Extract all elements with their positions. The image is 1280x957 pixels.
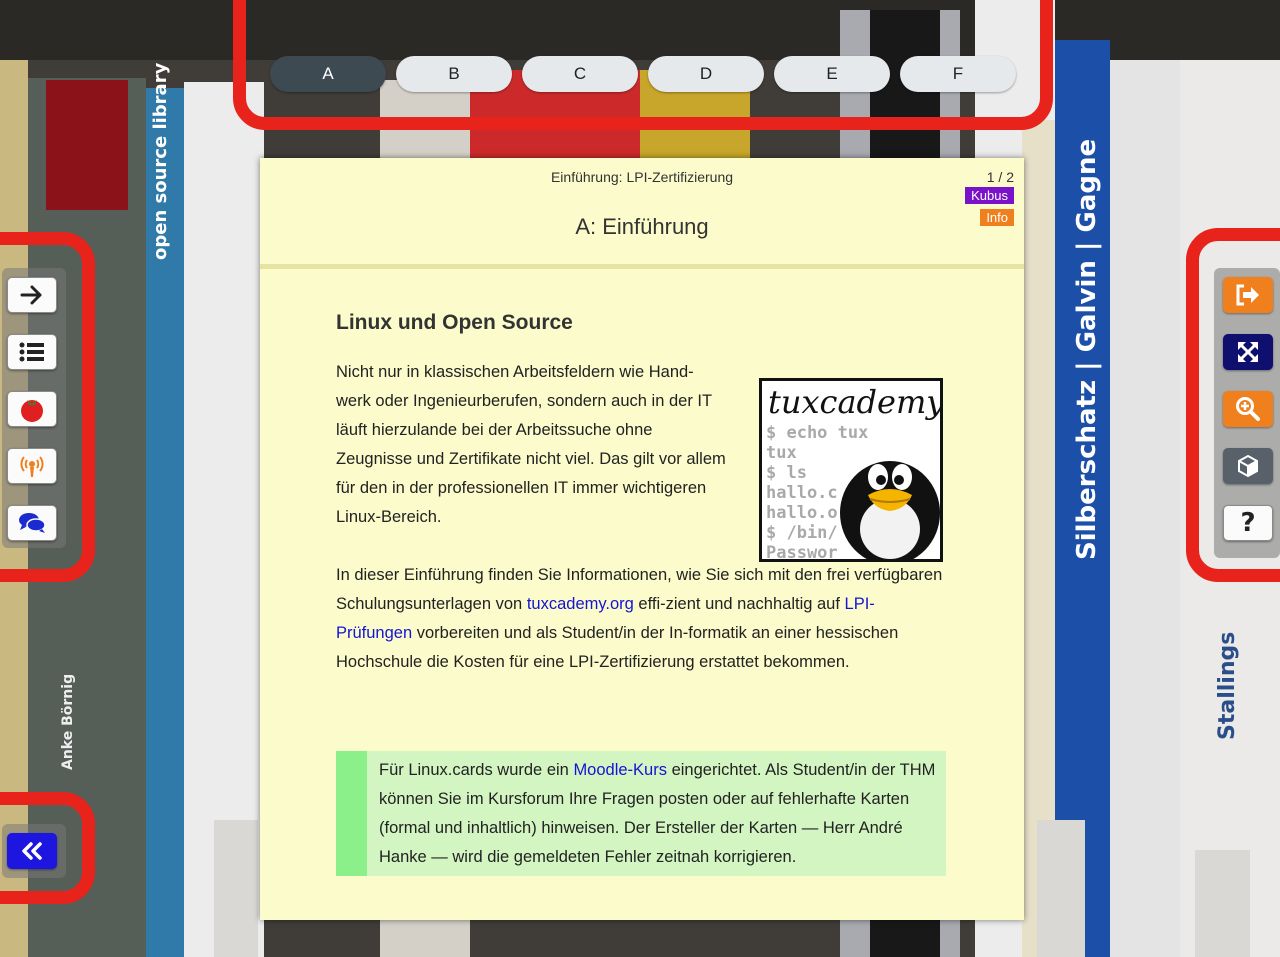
card-title: A: Einführung (575, 214, 709, 239)
info-paragraph: In dieser Einführung finden Sie Informat… (336, 561, 948, 677)
list-icon (19, 342, 44, 362)
tab-a[interactable]: A (270, 56, 386, 92)
fullscreen-button[interactable] (1223, 334, 1273, 370)
moodle-note: Für Linux.cards wurde ein Moodle-Kurs ei… (336, 751, 946, 876)
next-card-button[interactable] (7, 277, 57, 313)
intro-paragraph: Nicht nur in klassischen Arbeitsfeldern … (336, 363, 726, 526)
moodle-course-link[interactable]: Moodle-Kurs (573, 761, 667, 779)
left-toolbar (2, 268, 66, 548)
exit-icon (1236, 284, 1259, 306)
cube-button[interactable] (1223, 448, 1273, 484)
card-page-counter: 1 / 2 (986, 169, 1014, 185)
arrow-right-icon (20, 285, 42, 305)
card-list-button[interactable] (7, 334, 57, 370)
collapse-sidebar-button[interactable] (7, 833, 57, 869)
podcast-icon (20, 456, 44, 477)
question-icon: ? (1240, 508, 1256, 538)
tomato-icon (21, 400, 43, 422)
zoom-in-icon (1236, 397, 1260, 421)
tuxcademy-link[interactable]: tuxcademy.org (527, 595, 634, 613)
section-heading: Linux und Open Source (336, 311, 573, 334)
tuxcademy-logo: tuxcademy $ echo tux tux $ ls hallo.c ha… (759, 378, 943, 562)
zoom-button[interactable] (1223, 391, 1273, 427)
tab-f[interactable]: F (900, 56, 1016, 92)
learning-card: Einführung: LPI-Zertifizierung 1 / 2 Kub… (260, 158, 1024, 920)
tab-d[interactable]: D (648, 56, 764, 92)
chat-icon (19, 513, 46, 533)
info-paragraph-text-3: vorbereiten und als Student/in der In-fo… (336, 624, 899, 671)
kubus-badge[interactable]: Kubus (965, 187, 1014, 204)
expand-icon (1238, 342, 1258, 362)
tab-bar: A B C D E F (270, 56, 1018, 94)
cube-icon (1238, 454, 1258, 478)
discussion-button[interactable] (7, 505, 57, 541)
info-paragraph-text-2: effi-zient und nachhaltig auf (638, 595, 840, 613)
logo-wordmark: tuxcademy (768, 383, 943, 421)
card-header: Einführung: LPI-Zertifizierung 1 / 2 Kub… (260, 158, 1024, 269)
exit-button[interactable] (1223, 277, 1273, 313)
pomodoro-button[interactable] (7, 391, 57, 427)
note-text-1: Für Linux.cards wurde ein (379, 761, 569, 779)
help-button[interactable]: ? (1223, 505, 1273, 541)
double-chevron-left-icon (22, 842, 42, 860)
tab-e[interactable]: E (774, 56, 890, 92)
tab-b[interactable]: B (396, 56, 512, 92)
collapse-toolbar (2, 824, 66, 878)
audio-button[interactable] (7, 448, 57, 484)
right-toolbar: ? (1214, 268, 1280, 558)
tux-penguin-icon (840, 461, 940, 559)
card-subtitle: Einführung: LPI-Zertifizierung (550, 169, 734, 185)
tab-c[interactable]: C (522, 56, 638, 92)
header-divider (260, 264, 1024, 269)
